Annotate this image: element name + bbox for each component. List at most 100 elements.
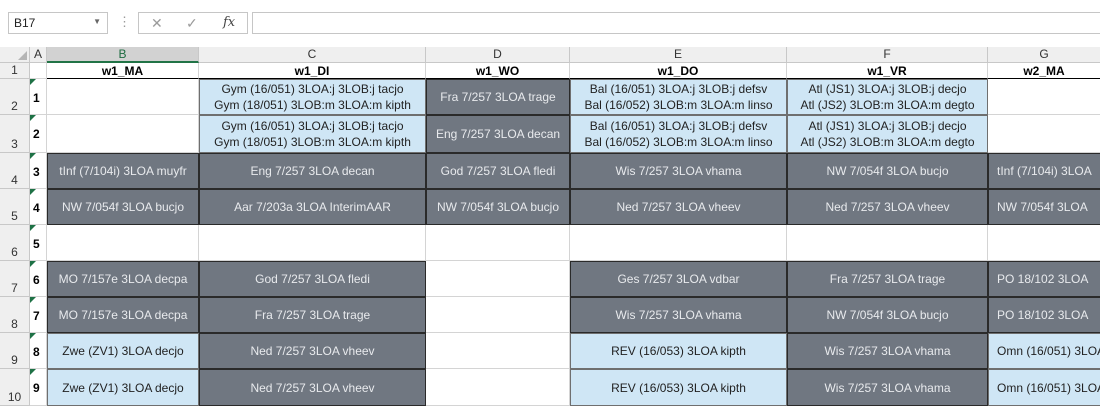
cell-g10[interactable]: Omn (16/051) 3LOA: [988, 369, 1100, 406]
cell-b3[interactable]: [47, 115, 199, 153]
formula-input[interactable]: [252, 12, 1100, 34]
row-header-3[interactable]: 3: [0, 115, 30, 153]
cell-b8[interactable]: MO 7/157e 3LOA decpa: [47, 297, 199, 333]
cell-g7[interactable]: PO 18/102 3LOA: [988, 261, 1100, 297]
cell-a6-text: 5: [33, 237, 40, 251]
cell-e5[interactable]: Ned 7/257 3LOA vheev: [570, 189, 787, 225]
header-cell-d1[interactable]: w1_WO: [426, 63, 570, 79]
cell-g6[interactable]: [988, 225, 1100, 261]
cell-a8[interactable]: 7: [30, 297, 47, 333]
cell-a9[interactable]: 8: [30, 333, 47, 369]
column-header-f[interactable]: F: [787, 47, 988, 63]
cell-f8[interactable]: NW 7/054f 3LOA bucjo: [787, 297, 988, 333]
row-header-10[interactable]: 10: [0, 369, 30, 406]
row-header-5[interactable]: 5: [0, 189, 30, 225]
cell-b10[interactable]: Zwe (ZV1) 3LOA decjo: [47, 369, 199, 406]
header-cell-g1[interactable]: w2_MA: [988, 63, 1100, 79]
cell-e8[interactable]: Wis 7/257 3LOA vhama: [570, 297, 787, 333]
cell-d5[interactable]: NW 7/054f 3LOA bucjo: [426, 189, 570, 225]
cell-d3[interactable]: Eng 7/257 3LOA decan: [426, 115, 570, 153]
row-header-2[interactable]: 2: [0, 79, 30, 115]
cell-e4[interactable]: Wis 7/257 3LOA vhama: [570, 153, 787, 189]
cell-f5[interactable]: Ned 7/257 3LOA vheev: [787, 189, 988, 225]
cell-e2[interactable]: Bal (16/051) 3LOA:j 3LOB:j defsv Bal (16…: [570, 79, 787, 115]
cell-g9[interactable]: Omn (16/051) 3LOA: [988, 333, 1100, 369]
cell-c3[interactable]: Gym (16/051) 3LOA:j 3LOB:j tacjo Gym (18…: [199, 115, 426, 153]
cell-a5[interactable]: 4: [30, 189, 47, 225]
cell-a6[interactable]: 5: [30, 225, 47, 261]
row-header-6[interactable]: 6: [0, 225, 30, 261]
column-header-b[interactable]: B: [47, 47, 199, 63]
row-header-7[interactable]: 7: [0, 261, 30, 297]
cell-d8[interactable]: [426, 297, 570, 333]
cell-e3[interactable]: Bal (16/051) 3LOA:j 3LOB:j defsv Bal (16…: [570, 115, 787, 153]
enter-icon[interactable]: ✓: [186, 15, 198, 32]
cell-b9[interactable]: Zwe (ZV1) 3LOA decjo: [47, 333, 199, 369]
cell-f3[interactable]: Atl (JS1) 3LOA:j 3LOB:j decjo Atl (JS2) …: [787, 115, 988, 153]
header-cell-e1[interactable]: w1_DO: [570, 63, 787, 79]
cell-c10[interactable]: Ned 7/257 3LOA vheev: [199, 369, 426, 406]
cell-c4[interactable]: Eng 7/257 3LOA decan: [199, 153, 426, 189]
cell-g2[interactable]: [988, 79, 1100, 115]
cell-a7[interactable]: 6: [30, 261, 47, 297]
cell-a10[interactable]: 9: [30, 369, 47, 406]
cell-d6[interactable]: [426, 225, 570, 261]
cell-f10[interactable]: Wis 7/257 3LOA vhama: [787, 369, 988, 406]
row-header-9[interactable]: 9: [0, 333, 30, 369]
cell-f6[interactable]: [787, 225, 988, 261]
cell-e10[interactable]: REV (16/053) 3LOA kipth: [570, 369, 787, 406]
name-box[interactable]: B17 ▼: [8, 12, 108, 34]
cell-e9[interactable]: REV (16/053) 3LOA kipth: [570, 333, 787, 369]
cell-g5[interactable]: NW 7/054f 3LOA: [988, 189, 1100, 225]
cell-f9[interactable]: Wis 7/257 3LOA vhama: [787, 333, 988, 369]
cell-e7[interactable]: Ges 7/257 3LOA vdbar: [570, 261, 787, 297]
column-header-g[interactable]: G: [988, 47, 1100, 63]
cell-a3[interactable]: 2: [30, 115, 47, 153]
select-all-corner[interactable]: [0, 47, 30, 63]
cell-c5[interactable]: Aar 7/203a 3LOA InterimAAR: [199, 189, 426, 225]
cell-b2[interactable]: [47, 79, 199, 115]
cell-f4[interactable]: NW 7/054f 3LOA bucjo: [787, 153, 988, 189]
cell-c6[interactable]: [199, 225, 426, 261]
cell-e6[interactable]: [570, 225, 787, 261]
cell-c7[interactable]: God 7/257 3LOA fledi: [199, 261, 426, 297]
cell-d9[interactable]: [426, 333, 570, 369]
cell-b4[interactable]: tInf (7/104i) 3LOA muyfr: [47, 153, 199, 189]
row-header-4[interactable]: 4: [0, 153, 30, 189]
cell-c9[interactable]: Ned 7/257 3LOA vheev: [199, 333, 426, 369]
cell-b7[interactable]: MO 7/157e 3LOA decpa: [47, 261, 199, 297]
column-header-c[interactable]: C: [199, 47, 426, 63]
cell-a8-text: 7: [33, 309, 40, 323]
cancel-icon[interactable]: ✕: [151, 15, 163, 32]
insert-function-icon[interactable]: fx: [223, 15, 235, 30]
column-header-d[interactable]: D: [426, 47, 570, 63]
cell-a2[interactable]: 1: [30, 79, 47, 115]
cell-a1[interactable]: [30, 63, 47, 79]
cell-g3[interactable]: [988, 115, 1100, 153]
cell-g8[interactable]: PO 18/102 3LOA: [988, 297, 1100, 333]
column-header-a[interactable]: A: [30, 47, 47, 63]
name-box-dropdown-icon[interactable]: ▼: [93, 17, 101, 26]
select-all-triangle-icon[interactable]: [18, 51, 27, 60]
header-cell-f1[interactable]: w1_VR: [787, 63, 988, 79]
header-cell-c1[interactable]: w1_DI: [199, 63, 426, 79]
header-cell-b1[interactable]: w1_MA: [47, 63, 199, 79]
cell-d10[interactable]: [426, 369, 570, 406]
cell-f2[interactable]: Atl (JS1) 3LOA:j 3LOB:j decjo Atl (JS2) …: [787, 79, 988, 115]
cell-b5[interactable]: NW 7/054f 3LOA bucjo: [47, 189, 199, 225]
cell-b6[interactable]: [47, 225, 199, 261]
cell-d4[interactable]: God 7/257 3LOA fledi: [426, 153, 570, 189]
row-header-8[interactable]: 8: [0, 297, 30, 333]
cell-d2[interactable]: Fra 7/257 3LOA trage: [426, 79, 570, 115]
cell-e2-line2: Bal (16/052) 3LOB:m 3LOA:m linso: [584, 98, 773, 112]
column-header-e[interactable]: E: [570, 47, 787, 63]
cell-c8[interactable]: Fra 7/257 3LOA trage: [199, 297, 426, 333]
cell-a4[interactable]: 3: [30, 153, 47, 189]
cell-f7[interactable]: Fra 7/257 3LOA trage: [787, 261, 988, 297]
cell-c2[interactable]: Gym (16/051) 3LOA:j 3LOB:j tacjo Gym (18…: [199, 79, 426, 115]
cell-e2-line1: Bal (16/051) 3LOA:j 3LOB:j defsv: [589, 82, 768, 96]
row-header-1[interactable]: 1: [0, 63, 30, 79]
cell-g4[interactable]: tInf (7/104i) 3LOA: [988, 153, 1100, 189]
cell-d7[interactable]: [426, 261, 570, 297]
more-options-icon[interactable]: ⋮: [118, 14, 131, 30]
